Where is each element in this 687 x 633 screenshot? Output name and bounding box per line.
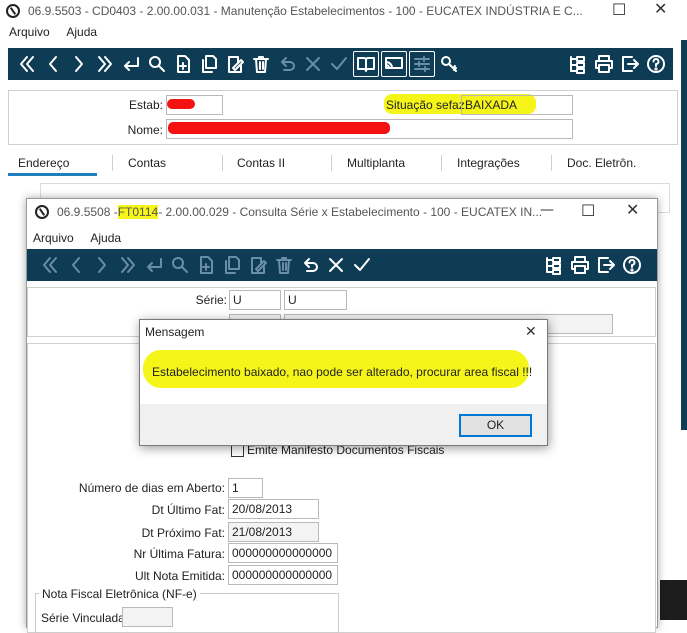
cancel-icon[interactable] [300,51,326,77]
dias-aberto-field[interactable]: 1 [228,478,263,498]
sub-delete-icon[interactable] [271,252,297,278]
main-close-icon[interactable]: ✕ [654,1,667,17]
situacao-field[interactable]: BAIXADA [461,95,573,115]
nfe-group-label: Nota Fiscal Eletrônica (NF-e) [39,587,200,601]
tab-contas-ii[interactable]: Contas II [237,156,285,170]
sub-close-icon[interactable]: ✕ [626,202,639,218]
dialog-title-bar: Mensagem ✕ [140,320,547,344]
sub-title-bar: 06.9.5508 - FT0114 - 2.00.00.029 - Consu… [27,201,657,223]
main-maximize-icon[interactable]: ☐ [612,2,626,18]
sub-menubar: Arquivo Ajuda [33,231,135,245]
main-toolbar [8,48,673,80]
dialog-title: Mensagem [145,325,205,339]
ultima-fatura-field[interactable]: 000000000000000 [228,543,338,563]
last-record-icon[interactable] [92,51,118,77]
search-icon[interactable] [144,51,170,77]
dias-aberto-label: Número de dias em Aberto: [78,481,225,495]
sub-app-logo-icon [35,205,49,219]
menu-ajuda[interactable]: Ajuda [66,25,97,39]
edit-icon[interactable] [222,51,248,77]
tab-endereco[interactable]: Endereço [7,156,98,176]
sub-title-suffix: - 2.00.00.029 - Consulta Série x Estabel… [158,205,543,219]
sub-title-prefix: 06.9.5508 - [57,205,118,219]
next-record-icon[interactable] [66,51,92,77]
sub-edit-icon[interactable] [245,252,271,278]
sub-goto-icon[interactable] [141,252,167,278]
sub-last-record-icon[interactable] [115,252,141,278]
hierarchy-icon[interactable] [565,51,591,77]
serie-label: Série: [195,293,227,307]
sub-save-check-icon[interactable] [349,252,375,278]
proximo-fat-label: Dt Próximo Fat: [141,526,225,540]
ultimo-fat-label: Dt Último Fat: [151,503,225,517]
dark-edge [660,580,687,620]
sub-next-record-icon[interactable] [89,252,115,278]
sliders-icon[interactable] [409,51,435,77]
estab-redaction [167,99,195,109]
ult-nota-field[interactable]: 000000000000000 [228,565,338,585]
serie-field-1[interactable]: U [229,290,281,310]
main-window-title: 06.9.5503 - CD0403 - 2.00.00.031 - Manut… [28,4,583,18]
book-icon[interactable] [353,51,379,77]
sub-undo-icon[interactable] [297,252,323,278]
dialog-message: Estabelecimento baixado, nao pode ser al… [152,365,533,379]
sub-exit-icon[interactable] [593,252,619,278]
delete-icon[interactable] [248,51,274,77]
tab-multiplanta[interactable]: Multiplanta [347,156,405,170]
proximo-fat-field[interactable]: 21/08/2013 [228,522,319,542]
dialog-close-icon[interactable]: ✕ [525,324,537,340]
previous-record-icon[interactable] [40,51,66,77]
sub-new-record-icon[interactable] [193,252,219,278]
ult-nota-label: Ult Nota Emitida: [134,569,225,583]
sub-search-icon[interactable] [167,252,193,278]
message-dialog: Mensagem ✕ Estabelecimento baixado, nao … [139,319,548,446]
dialog-body: Estabelecimento baixado, nao pode ser al… [140,344,547,404]
help-icon[interactable] [643,51,669,77]
sub-help-icon[interactable] [619,252,645,278]
save-check-icon[interactable] [326,51,352,77]
new-record-icon[interactable] [170,51,196,77]
sub-first-record-icon[interactable] [37,252,63,278]
nome-redaction [168,122,390,134]
ok-button[interactable]: OK [459,414,532,437]
copy-icon[interactable] [196,51,222,77]
goto-icon[interactable] [118,51,144,77]
key-icon[interactable] [436,51,462,77]
undo-icon[interactable] [274,51,300,77]
print-icon[interactable] [591,51,617,77]
sub-copy-icon[interactable] [219,252,245,278]
main-menubar: Arquivo Ajuda [9,25,111,39]
ultima-fatura-label: Nr Última Fatura: [133,547,225,561]
menu-arquivo[interactable]: Arquivo [9,25,50,39]
right-scroll-edge [681,40,687,430]
sub-hierarchy-icon[interactable] [541,252,567,278]
serie-vinculada-field[interactable] [122,607,173,627]
sub-cancel-icon[interactable] [323,252,349,278]
tab-doc-eletron[interactable]: Doc. Eletrôn. [567,156,636,170]
serie-field-2[interactable]: U [284,290,347,310]
sub-minimize-icon[interactable]: — [540,202,554,218]
sub-title-code: FT0114 [117,205,159,219]
ultimo-fat-field[interactable]: 20/08/2013 [228,499,319,519]
estab-label: Estab: [128,98,163,112]
first-record-icon[interactable] [14,51,40,77]
tab-integracoes[interactable]: Integrações [457,156,520,170]
exit-icon[interactable] [617,51,643,77]
sub-toolbar [27,249,657,281]
nome-label: Nome: [127,123,163,137]
serie-vinculada-label: Série Vinculada: [41,611,129,625]
sub-previous-record-icon[interactable] [63,252,89,278]
sub-menu-ajuda[interactable]: Ajuda [90,231,121,245]
sub-print-icon[interactable] [567,252,593,278]
main-title-bar: 06.9.5503 - CD0403 - 2.00.00.031 - Manut… [0,0,687,22]
situacao-label: Situação sefaz: [386,98,469,112]
main-tabs: Endereço Contas Contas II Multiplanta In… [7,152,668,178]
sub-menu-arquivo[interactable]: Arquivo [33,231,74,245]
tab-contas[interactable]: Contas [128,156,166,170]
sub-maximize-icon[interactable]: ☐ [581,203,595,219]
screen-icon[interactable] [381,51,407,77]
app-logo-icon [6,4,20,18]
